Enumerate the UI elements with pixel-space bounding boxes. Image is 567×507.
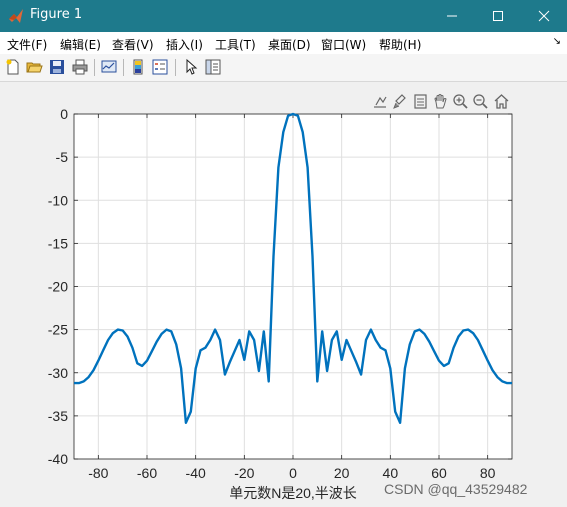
y-tick-label: -30	[48, 365, 68, 381]
figure-window: Figure 1 文件(F) 编辑(E) 查看(V) 插入(I) 工具(T) 桌…	[0, 0, 567, 507]
x-tick-label: 20	[334, 465, 350, 481]
x-tick-label: 80	[480, 465, 496, 481]
x-axis-label: 单元数N是20,半波长	[229, 485, 357, 501]
x-tick-label: 60	[431, 465, 447, 481]
x-tick-labels: -80 -60 -40 -20 0 20 40 60 80	[88, 465, 495, 481]
x-tick-label: -80	[88, 465, 108, 481]
y-tick-labels: 0 -5 -10 -15 -20 -25 -30 -35 -40	[48, 106, 68, 467]
x-tick-label: -20	[234, 465, 254, 481]
x-tick-label: -40	[186, 465, 206, 481]
y-tick-label: -25	[48, 322, 68, 338]
y-tick-label: -40	[48, 451, 68, 467]
y-tick-label: 0	[60, 106, 68, 122]
y-tick-label: -20	[48, 279, 68, 295]
x-tick-label: 0	[289, 465, 297, 481]
y-tick-label: -5	[56, 149, 69, 165]
watermark-text: CSDN @qq_43529482	[384, 481, 528, 497]
beam-pattern-chart: -80 -60 -40 -20 0 20 40 60 80 0 -5 -10 -15 -20 -25 -30…	[48, 106, 513, 501]
y-tick-label: -35	[48, 408, 68, 424]
y-tick-label: -10	[48, 192, 68, 208]
x-tick-label: -60	[137, 465, 157, 481]
x-tick-label: 40	[383, 465, 399, 481]
y-tick-label: -15	[48, 235, 68, 251]
